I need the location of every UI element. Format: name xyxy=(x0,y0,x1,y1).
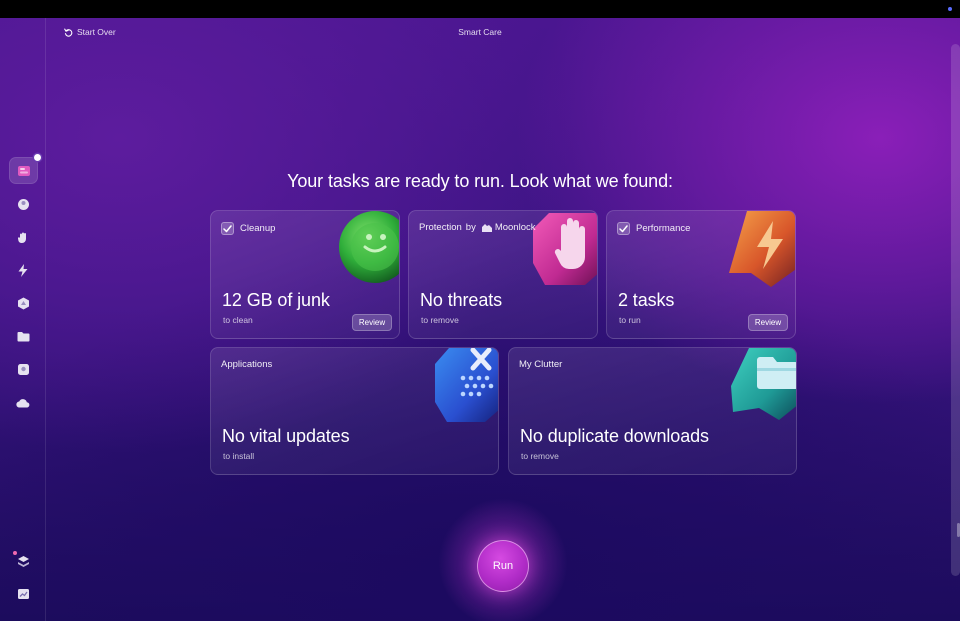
sidebar-item-assistant[interactable] xyxy=(11,549,35,573)
system-menu-bar xyxy=(0,0,960,18)
protection-label-row: Protection by Moonlock xyxy=(419,222,536,233)
sidebar-item-performance[interactable] xyxy=(11,258,35,282)
status-dot xyxy=(948,7,952,11)
applications-value: No vital updates xyxy=(222,426,350,446)
applications-label: Applications xyxy=(221,359,273,370)
cleanup-disk-icon xyxy=(339,211,399,283)
window-title: Smart Care xyxy=(458,27,502,37)
checkmark-icon xyxy=(619,224,628,232)
applications-sub: to install xyxy=(223,451,255,461)
protection-sub: to remove xyxy=(421,315,459,325)
clutter-label: My Clutter xyxy=(519,359,563,370)
performance-review-button[interactable]: Review xyxy=(748,314,788,331)
cleanup-label: Cleanup xyxy=(240,223,276,234)
protection-vendor: Moonlock xyxy=(494,222,536,233)
clutter-label-row: My Clutter xyxy=(519,359,562,370)
monitor-chart-icon xyxy=(17,589,29,599)
checkmark-icon xyxy=(223,224,232,232)
protection-card[interactable]: Protection by Moonlock No threats to rem… xyxy=(408,210,598,339)
applications-label-row: Applications xyxy=(221,359,272,370)
sidebar-item-applications[interactable] xyxy=(11,291,35,315)
clutter-folder-art xyxy=(731,348,796,420)
performance-label-row: Performance xyxy=(617,222,690,235)
cloud-icon xyxy=(16,399,30,408)
performance-bolt-art xyxy=(729,211,795,287)
cleanup-sub: to clean xyxy=(223,315,253,325)
protection-hand-icon xyxy=(17,232,26,243)
clutter-icon xyxy=(17,363,29,375)
files-folder-icon xyxy=(17,331,29,341)
protection-label: Protection xyxy=(419,222,462,233)
performance-checkbox[interactable] xyxy=(617,222,630,235)
run-button-label: Run xyxy=(492,560,514,572)
applications-art xyxy=(435,348,498,422)
sidebar xyxy=(0,18,46,621)
app-window: Start Over Smart Care Your tasks are rea… xyxy=(0,18,960,621)
performance-label: Performance xyxy=(636,223,691,234)
sidebar-item-files[interactable] xyxy=(11,324,35,348)
assistant-stack-icon xyxy=(17,555,29,567)
sidebar-item-monitor[interactable] xyxy=(11,582,35,606)
sidebar-item-cloud[interactable] xyxy=(11,391,35,415)
performance-card[interactable]: Performance 2 tasks to run Review xyxy=(606,210,796,339)
protection-value: No threats xyxy=(420,290,503,310)
sidebar-item-clutter[interactable] xyxy=(11,357,35,381)
performance-value: 2 tasks xyxy=(618,290,675,310)
run-button[interactable]: Run xyxy=(477,540,529,592)
cleanup-review-button[interactable]: Review xyxy=(352,314,392,331)
results-headline: Your tasks are ready to run. Look what w… xyxy=(287,171,673,191)
sidebar-item-protection[interactable] xyxy=(11,225,35,249)
protection-by: by xyxy=(465,222,476,233)
cleanup-checkbox[interactable] xyxy=(221,222,234,235)
clutter-value: No duplicate downloads xyxy=(520,426,709,446)
moonlock-logo-icon xyxy=(481,223,492,232)
cleanup-label-row: Cleanup xyxy=(221,222,275,235)
scrollbar[interactable] xyxy=(951,44,960,576)
cleanup-icon xyxy=(17,198,29,210)
cleanup-card[interactable]: Cleanup 12 GB of junk to clean Review xyxy=(210,210,400,339)
protection-hand-art xyxy=(533,213,597,285)
applications-icon xyxy=(17,297,29,309)
sidebar-item-cleanup[interactable] xyxy=(11,192,35,216)
notification-dot xyxy=(34,154,41,161)
my-clutter-card[interactable]: My Clutter No duplicate downloads to rem… xyxy=(508,347,797,475)
applications-card[interactable]: Applications No vital updates to install xyxy=(210,347,499,475)
performance-bolt-icon xyxy=(18,263,28,277)
performance-sub: to run xyxy=(619,315,641,325)
clutter-sub: to remove xyxy=(521,451,559,461)
cleanup-value: 12 GB of junk xyxy=(222,290,330,310)
